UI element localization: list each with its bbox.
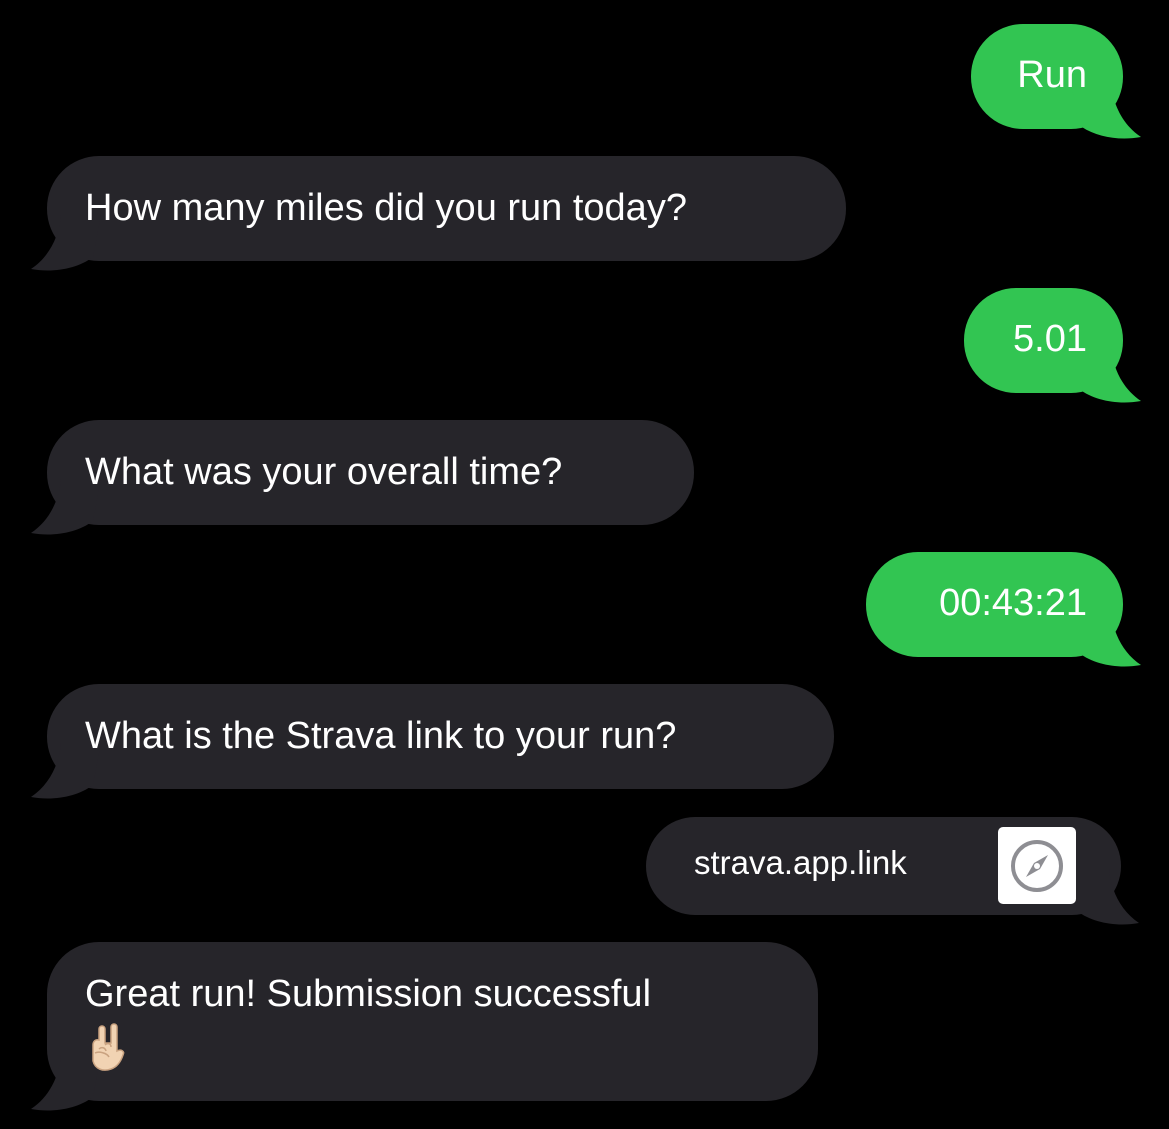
- received-message-bubble[interactable]: What is the Strava link to your run?: [31, 684, 834, 799]
- message-text: What is the Strava link to your run?: [85, 715, 677, 757]
- link-url[interactable]: strava.app.link: [694, 841, 907, 885]
- sent-message-bubble[interactable]: 5.01: [964, 288, 1141, 403]
- sent-message-bubble[interactable]: Run: [971, 24, 1141, 139]
- link-preview-bubble[interactable]: strava.app.link: [646, 817, 1139, 925]
- bubble-tail: [1069, 869, 1139, 925]
- compass-icon[interactable]: [998, 827, 1076, 904]
- message-text: 00:43:21: [939, 582, 1087, 624]
- message-text: Great run! Submission successful: [85, 973, 652, 1015]
- message-text: 5.01: [1013, 318, 1087, 360]
- message-text: What was your overall time?: [85, 451, 563, 493]
- sent-message-bubble[interactable]: 00:43:21: [866, 552, 1141, 667]
- sign-of-the-horns-emoji: [92, 1023, 125, 1071]
- message-text: How many miles did you run today?: [85, 187, 687, 229]
- received-message-bubble[interactable]: Great run! Submission successful: [31, 942, 818, 1111]
- compass-icon: [1011, 839, 1063, 892]
- received-message-bubble[interactable]: What was your overall time?: [31, 420, 694, 535]
- message-text: Run: [1017, 54, 1087, 96]
- received-message-bubble[interactable]: How many miles did you run today?: [31, 156, 846, 271]
